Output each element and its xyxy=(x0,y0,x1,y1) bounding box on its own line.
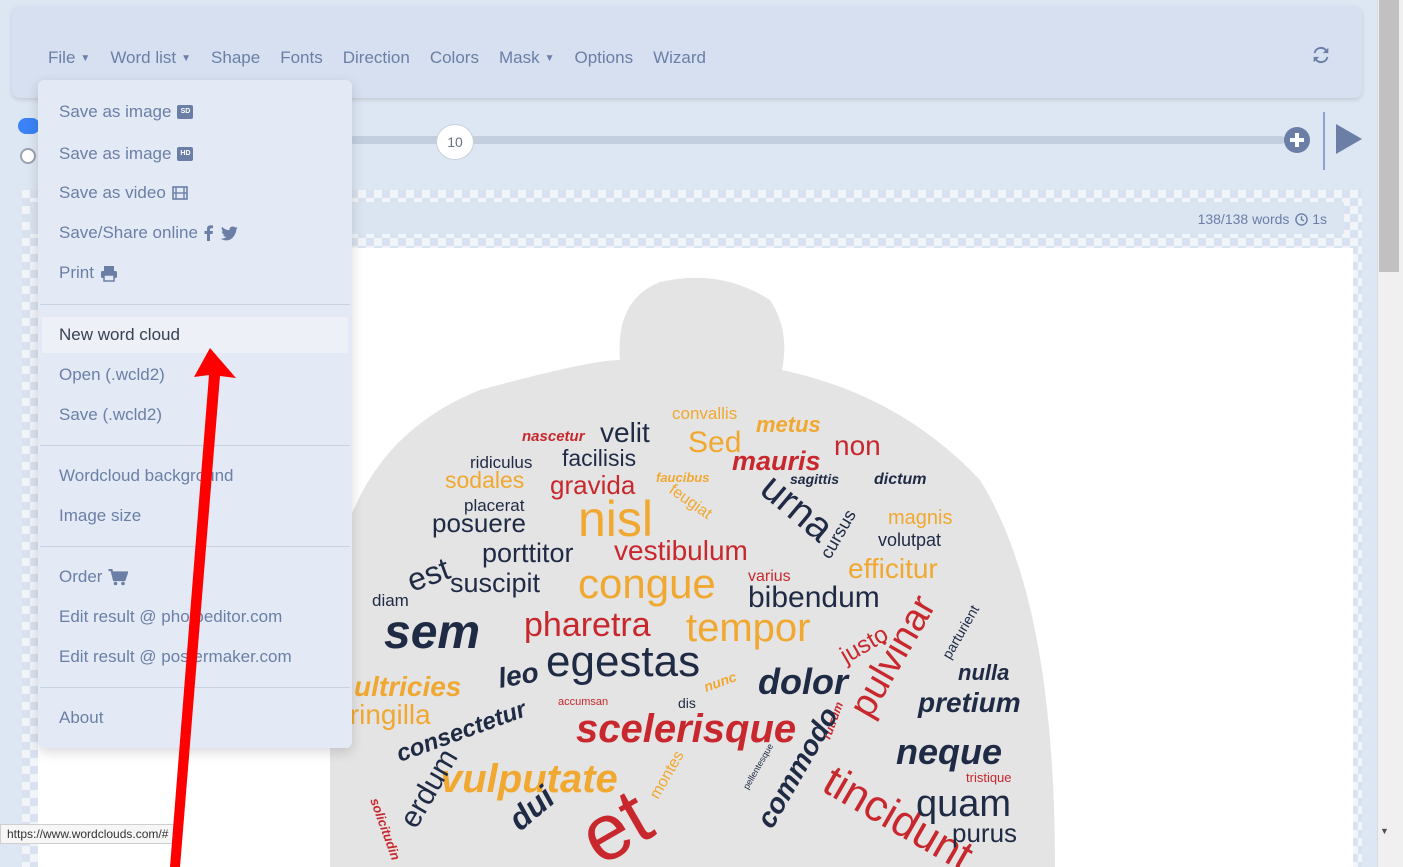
save-video-label: Save as video xyxy=(59,183,166,202)
caret-down-icon: ▼ xyxy=(80,53,91,64)
open-file-label: Open (.wcld2) xyxy=(59,365,165,384)
nav-colors[interactable]: Colors xyxy=(430,48,479,68)
new-word-cloud-item[interactable]: New word cloud xyxy=(42,317,348,353)
edit-postermaker-item[interactable]: Edit result @ postermaker.com xyxy=(59,647,292,667)
clock-icon xyxy=(1295,213,1309,226)
nav-file[interactable]: File ▼ xyxy=(48,48,90,68)
slider-thumb[interactable]: 10 xyxy=(436,124,474,160)
save-video-item[interactable]: Save as video xyxy=(59,183,188,203)
file-dropdown-menu: Save as image SD Save as image HD Save a… xyxy=(38,80,352,748)
play-icon[interactable] xyxy=(1334,122,1364,156)
nav-label: Shape xyxy=(211,48,261,67)
menu-divider xyxy=(40,304,350,305)
scrollbar-thumb[interactable] xyxy=(1379,0,1399,272)
caret-down-icon: ▼ xyxy=(544,53,555,64)
image-size-label: Image size xyxy=(59,506,142,525)
wordcloud-background-item[interactable]: Wordcloud background xyxy=(59,466,234,486)
nav-direction[interactable]: Direction xyxy=(343,48,410,68)
menu-divider xyxy=(40,445,350,446)
save-image-sd-item[interactable]: Save as image SD xyxy=(59,102,194,122)
edit-photoeditor-label: Edit result @ photoeditor.com xyxy=(59,607,283,626)
caret-down-icon: ▼ xyxy=(181,53,192,64)
edit-postermaker-label: Edit result @ postermaker.com xyxy=(59,647,292,666)
save-share-label: Save/Share online xyxy=(59,223,198,242)
word-count-status: 138/138 words 1s xyxy=(1198,211,1327,227)
edit-photoeditor-item[interactable]: Edit result @ photoeditor.com xyxy=(59,607,282,627)
sd-badge-icon: SD xyxy=(177,105,194,119)
nav-fonts[interactable]: Fonts xyxy=(280,48,323,68)
browser-status-url: https://www.wordclouds.com/# xyxy=(0,824,176,844)
shape-toggle[interactable] xyxy=(18,118,40,134)
nav-menu: File ▼ Word list ▼ Shape Fonts Direction Colors… xyxy=(48,48,726,68)
hd-badge-icon: HD xyxy=(177,147,194,161)
save-image-sd-label: Save as image xyxy=(59,102,172,121)
save-image-hd-label: Save as image xyxy=(59,144,172,163)
nav-label: Word list xyxy=(110,48,177,67)
nav-label: Fonts xyxy=(280,48,323,67)
image-size-item[interactable]: Image size xyxy=(59,506,141,526)
nav-label: Mask xyxy=(498,48,540,67)
order-item[interactable]: Order xyxy=(59,567,129,587)
nav-word-list[interactable]: Word list ▼ xyxy=(110,48,191,68)
open-file-item[interactable]: Open (.wcld2) xyxy=(59,365,165,385)
plus-circle-icon[interactable] xyxy=(1283,126,1311,154)
slider-value: 10 xyxy=(447,134,463,150)
save-share-online-item[interactable]: Save/Share online xyxy=(59,223,238,243)
wordcloud-background-label: Wordcloud background xyxy=(59,466,234,485)
print-item[interactable]: Print xyxy=(59,263,118,283)
save-image-hd-item[interactable]: Save as image HD xyxy=(59,144,194,164)
film-icon xyxy=(171,186,188,200)
shopping-cart-icon xyxy=(108,568,129,585)
twitter-icon xyxy=(220,226,238,240)
print-label: Print xyxy=(59,263,94,282)
save-file-item[interactable]: Save (.wcld2) xyxy=(59,405,162,425)
nav-label: Wizard xyxy=(653,48,706,67)
scroll-down-arrow-icon[interactable]: ▼ xyxy=(1380,826,1389,836)
slider-track[interactable] xyxy=(350,136,1285,144)
menu-divider xyxy=(40,546,350,547)
nav-options[interactable]: Options xyxy=(574,48,633,68)
new-word-cloud-label: New word cloud xyxy=(59,325,180,344)
option-radio[interactable] xyxy=(20,148,36,164)
nav-mask[interactable]: Mask ▼ xyxy=(499,48,555,68)
nav-label: Direction xyxy=(342,48,410,67)
nav-shape[interactable]: Shape xyxy=(211,48,260,68)
about-item[interactable]: About xyxy=(59,708,103,728)
order-label: Order xyxy=(59,567,103,586)
print-icon xyxy=(100,265,117,282)
menu-divider xyxy=(40,687,350,688)
about-label: About xyxy=(59,708,104,727)
facebook-icon xyxy=(204,225,213,241)
nav-label: Colors xyxy=(429,48,479,67)
word-count-text: 138/138 words xyxy=(1197,211,1290,227)
nav-wizard[interactable]: Wizard xyxy=(653,48,706,68)
toolbar-divider xyxy=(1323,112,1325,170)
refresh-icon[interactable] xyxy=(1310,44,1332,66)
save-file-label: Save (.wcld2) xyxy=(59,405,162,424)
nav-label: File xyxy=(48,48,76,67)
render-time: 1s xyxy=(1312,211,1327,227)
nav-label: Options xyxy=(574,48,634,67)
